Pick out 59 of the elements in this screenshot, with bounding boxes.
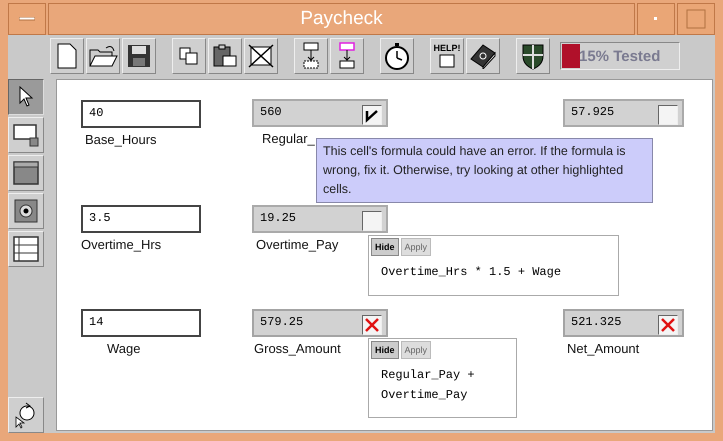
save-button[interactable] xyxy=(122,38,156,74)
hide-button[interactable]: Hide xyxy=(371,341,399,359)
flow-arrow-icon xyxy=(337,42,357,70)
pointer-icon xyxy=(18,86,34,108)
error-cross-icon xyxy=(661,318,675,332)
book-icon xyxy=(469,43,497,69)
table-icon xyxy=(13,236,39,262)
formula-text[interactable]: Overtime_Hrs * 1.5 + Wage xyxy=(371,256,616,288)
cell-name: Overtime_Hrs xyxy=(81,237,162,252)
delete-button[interactable] xyxy=(244,38,278,74)
input-cell[interactable]: 40 xyxy=(81,100,201,128)
formula-cell[interactable]: 521.325 xyxy=(563,309,684,337)
input-cell[interactable]: 14 xyxy=(81,309,201,337)
square-icon xyxy=(686,9,706,29)
window-menu-button[interactable] xyxy=(8,3,46,35)
window-title: Paycheck xyxy=(300,8,383,30)
input-cell-icon xyxy=(13,122,39,148)
cell-name: Base_Hours xyxy=(85,132,157,147)
formula-cell[interactable]: 57.925 xyxy=(563,99,684,127)
input-cell[interactable]: 3.5 xyxy=(81,205,201,233)
flow-highlight-button[interactable] xyxy=(330,38,364,74)
cell-name: Regular_ xyxy=(262,131,315,146)
formula-cell[interactable]: 19.25 xyxy=(252,205,388,233)
paste-button[interactable] xyxy=(208,38,242,74)
tooltip: This cell's formula could have an error. If the formula is wrong, fix it. Otherwise, try looking at other highlighted cells. xyxy=(316,138,653,203)
document-icon xyxy=(57,43,77,69)
checkbox[interactable] xyxy=(362,211,382,231)
shield-button[interactable] xyxy=(516,38,550,74)
window-icon xyxy=(13,160,39,186)
error-cross-icon xyxy=(365,318,379,332)
clipboard-icon xyxy=(212,44,238,68)
palette-tool[interactable] xyxy=(8,79,44,115)
cell-name: Net_Amount xyxy=(567,341,640,356)
target-icon xyxy=(14,199,38,223)
checkbox[interactable] xyxy=(362,105,382,125)
cell-name: Wage xyxy=(107,341,140,356)
cell-name: Overtime_Pay xyxy=(256,237,338,252)
minus-icon xyxy=(19,17,35,21)
flow-arrow-icon xyxy=(301,42,321,70)
recalculate-button[interactable] xyxy=(8,397,44,433)
copy-icon xyxy=(179,47,199,65)
formula-cell[interactable]: 579.25 xyxy=(252,309,388,337)
hide-button[interactable]: Hide xyxy=(371,238,399,256)
stopwatch-icon xyxy=(384,42,410,70)
shield-icon xyxy=(520,42,546,70)
open-folder-icon xyxy=(88,44,118,68)
flow-button[interactable] xyxy=(294,38,328,74)
formula-text[interactable]: Regular_Pay + Overtime_Pay xyxy=(371,359,514,411)
new-button[interactable] xyxy=(50,38,84,74)
checkbox[interactable] xyxy=(658,105,678,125)
cell-name: Gross_Amount xyxy=(254,341,341,356)
copy-button[interactable] xyxy=(172,38,206,74)
formula-cell[interactable]: 560 xyxy=(252,99,388,127)
help-button[interactable]: HELP! xyxy=(430,38,464,74)
open-button[interactable] xyxy=(86,38,120,74)
timer-button[interactable] xyxy=(380,38,414,74)
book-button[interactable] xyxy=(466,38,500,74)
crossed-box-icon xyxy=(248,44,274,68)
progress-label: 15% Tested xyxy=(579,48,660,64)
